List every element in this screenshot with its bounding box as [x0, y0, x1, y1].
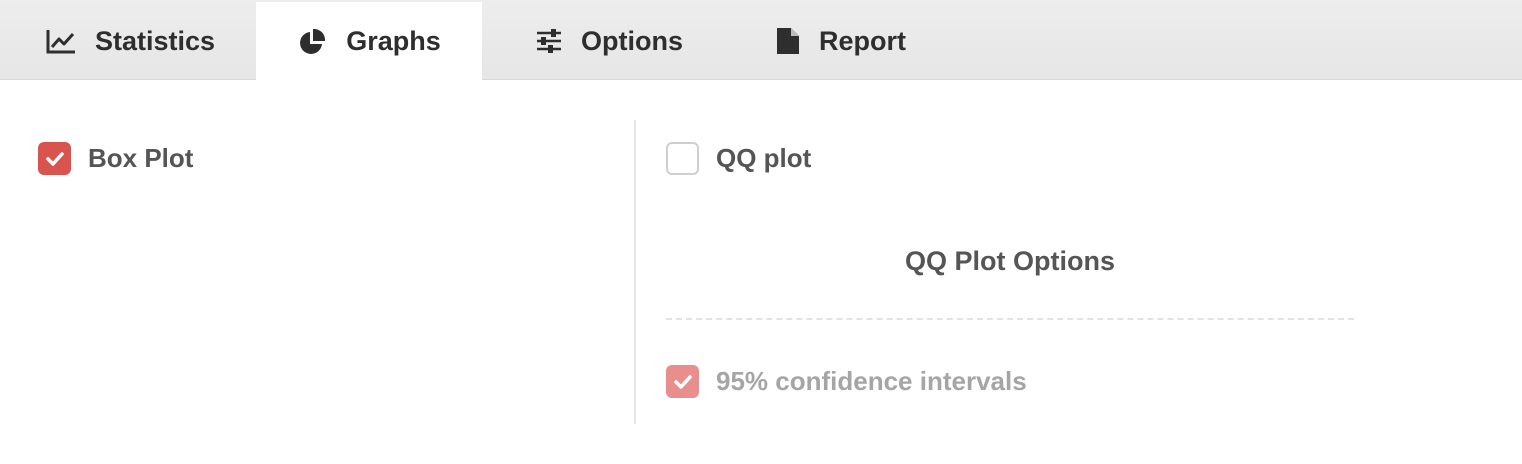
confidence-intervals-checkbox[interactable]	[666, 365, 699, 398]
tab-label: Report	[819, 25, 906, 56]
tab-statistics[interactable]: Statistics	[46, 2, 215, 80]
section-divider	[666, 318, 1354, 320]
tab-graphs[interactable]: Graphs	[256, 2, 482, 81]
confidence-intervals-label: 95% confidence intervals	[716, 366, 1027, 396]
qq-plot-label: QQ plot	[716, 143, 812, 173]
box-plot-label: Box Plot	[88, 143, 194, 173]
sliders-icon	[536, 26, 562, 56]
graphs-panel: Box Plot QQ plot QQ Plot Options 95% con…	[0, 80, 1522, 464]
tab-options[interactable]: Options	[536, 2, 683, 80]
column-divider	[634, 120, 636, 424]
tab-report[interactable]: Report	[776, 2, 906, 80]
box-plot-checkbox[interactable]	[38, 142, 71, 175]
box-plot-option[interactable]: Box Plot	[38, 142, 193, 175]
line-chart-icon	[46, 26, 76, 56]
tab-label: Graphs	[346, 26, 441, 56]
qq-plot-option[interactable]: QQ plot	[666, 142, 811, 175]
qq-plot-checkbox[interactable]	[666, 142, 699, 175]
confidence-intervals-option[interactable]: 95% confidence intervals	[666, 365, 1027, 398]
tab-label: Options	[581, 25, 683, 56]
tab-label: Statistics	[95, 25, 216, 56]
qq-plot-options-title: QQ Plot Options	[905, 246, 1115, 276]
pie-chart-icon	[297, 27, 327, 57]
tab-bar: Statistics Graphs Options Report	[0, 0, 1522, 81]
document-icon	[776, 26, 800, 56]
